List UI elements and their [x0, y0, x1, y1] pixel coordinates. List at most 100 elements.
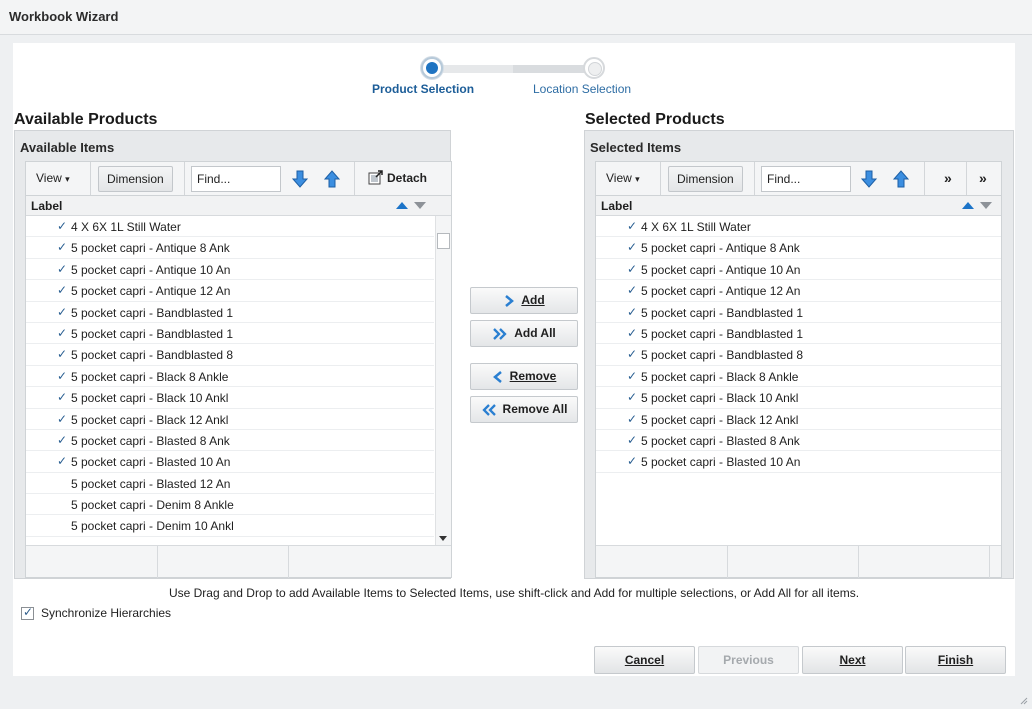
checkbox-icon[interactable] [21, 605, 34, 620]
check-icon: ✓ [57, 219, 68, 233]
table-row[interactable]: ✓ 5 pocket capri - Antique 12 An [596, 280, 1001, 302]
table-row[interactable]: ✓ 5 pocket capri - Black 8 Ankle [26, 366, 434, 388]
row-label: 5 pocket capri - Bandblasted 1 [641, 326, 804, 341]
table-row[interactable]: ✓ 5 pocket capri - Black 8 Ankle [596, 366, 1001, 388]
row-label: 5 pocket capri - Blasted 12 An [71, 476, 231, 491]
column-header-label[interactable]: Label [31, 199, 62, 213]
move-up-icon[interactable] [892, 169, 910, 189]
move-down-icon[interactable] [860, 169, 878, 189]
table-row[interactable]: 5 pocket capri - Denim 8 Ankle [26, 494, 434, 516]
table-row[interactable]: ✓ 5 pocket capri - Antique 8 Ank [596, 237, 1001, 259]
available-items-table: Label ✓ 4 X 6X 1L Still Water ✓ 5 pocket ca… [25, 195, 452, 578]
selected-items-table: Label ✓ 4 X 6X 1L Still Water ✓ 5 pocket ca… [595, 195, 1002, 578]
check-icon: ✓ [627, 390, 638, 405]
next-label: Next [839, 653, 866, 667]
remove-button[interactable]: Remove [470, 363, 578, 390]
vertical-scrollbar[interactable] [435, 216, 451, 545]
scrollbar-thumb[interactable] [437, 233, 450, 249]
chevron-right-icon [505, 294, 515, 307]
sort-descending-icon[interactable] [980, 202, 992, 209]
table-row[interactable]: ✓ 5 pocket capri - Bandblasted 1 [26, 302, 434, 323]
selected-items-title: Selected Items [590, 140, 682, 155]
previous-button[interactable]: Previous [698, 646, 799, 674]
move-up-icon[interactable] [323, 169, 341, 189]
table-row[interactable]: 5 pocket capri - Blasted 12 An [26, 473, 434, 495]
instruction-text: Use Drag and Drop to add Available Items… [168, 586, 860, 600]
view-menu[interactable]: View ▾ [28, 166, 78, 192]
table-row[interactable]: ✓ 5 pocket capri - Blasted 10 An [26, 451, 434, 473]
find-input[interactable]: Find... [761, 166, 851, 192]
title-bar: Workbook Wizard [0, 0, 1032, 35]
resize-grip-icon[interactable] [1018, 695, 1028, 705]
column-header-label[interactable]: Label [601, 199, 632, 213]
check-icon: ✓ [57, 283, 68, 298]
available-products-title: Available Products [14, 111, 158, 128]
check-icon: ✓ [627, 454, 638, 469]
next-button[interactable]: Next [802, 646, 903, 674]
row-label: 5 pocket capri - Antique 10 An [71, 262, 231, 277]
move-down-icon[interactable] [291, 169, 309, 189]
table-row[interactable]: ✓ 5 pocket capri - Blasted 8 Ank [596, 430, 1001, 452]
dimension-button[interactable]: Dimension [668, 166, 743, 192]
previous-label: Previous [723, 653, 774, 667]
sort-ascending-icon[interactable] [396, 202, 408, 209]
train-label-product-selection[interactable]: Product Selection [372, 82, 474, 96]
row-label: 5 pocket capri - Black 10 Ankl [71, 391, 229, 406]
row-label: 5 pocket capri - Black 12 Ankl [71, 412, 229, 427]
table-row[interactable]: ✓ 5 pocket capri - Blasted 8 Ank [26, 430, 434, 452]
toolbar-separator [966, 162, 967, 196]
check-icon: ✓ [627, 432, 638, 447]
table-row[interactable]: ✓ 5 pocket capri - Black 10 Ankl [26, 387, 434, 409]
sort-ascending-icon[interactable] [962, 202, 974, 209]
train-stop-product-selection[interactable] [421, 57, 443, 79]
table-row[interactable]: ✓ 5 pocket capri - Bandblasted 1 [596, 302, 1001, 323]
row-label: 5 pocket capri - Blasted 8 Ank [71, 433, 230, 448]
row-label: 5 pocket capri - Denim 8 Ankle [71, 498, 234, 513]
table-row[interactable]: ✓ 5 pocket capri - Antique 8 Ank [26, 237, 434, 259]
add-button[interactable]: Add [470, 287, 578, 314]
table-row[interactable]: ✓ 5 pocket capri - Bandblasted 1 [26, 323, 434, 345]
remove-all-button[interactable]: Remove All [470, 396, 578, 423]
table-row[interactable]: ✓ 5 pocket capri - Black 10 Ankl [596, 387, 1001, 409]
dimension-button[interactable]: Dimension [98, 166, 173, 192]
cancel-button[interactable]: Cancel [594, 646, 695, 674]
table-row[interactable]: ✓ 5 pocket capri - Bandblasted 8 [596, 344, 1001, 366]
table-row[interactable]: ✓ 5 pocket capri - Antique 12 An [26, 280, 434, 302]
row-label: 5 pocket capri - Antique 12 An [71, 284, 231, 299]
train-label-location-selection[interactable]: Location Selection [533, 82, 631, 96]
table-row[interactable]: ✓ 5 pocket capri - Antique 10 An [596, 259, 1001, 281]
table-row[interactable]: ✓ 5 pocket capri - Bandblasted 8 [26, 344, 434, 366]
table-row[interactable]: ✓ 5 pocket capri - Black 12 Ankl [596, 409, 1001, 430]
table-row[interactable]: ✓ 5 pocket capri - Antique 10 An [26, 259, 434, 281]
add-all-button[interactable]: Add All [470, 320, 578, 347]
table-row[interactable]: 5 pocket capri - Denim 10 Ankl [26, 515, 434, 537]
finish-label: Finish [937, 653, 974, 667]
row-label: 5 pocket capri - Antique 12 An [641, 284, 801, 299]
check-icon: ✓ [57, 432, 68, 447]
train-connector-done [443, 65, 513, 73]
table-row[interactable]: ✓ 5 pocket capri - Black 12 Ankl [26, 409, 434, 430]
row-label: 5 pocket capri - Blasted 10 An [71, 455, 231, 470]
check-icon: ✓ [57, 411, 68, 426]
available-items-panel: Available Items View ▾ Dimension Find...… [14, 130, 452, 579]
overflow-button[interactable]: » [936, 166, 960, 192]
row-label: 5 pocket capri - Black 8 Ankle [641, 369, 799, 384]
remove-all-label: Remove All [502, 402, 568, 416]
check-icon: ✓ [57, 325, 68, 340]
overflow-button[interactable]: » [971, 166, 995, 192]
detach-button[interactable]: Detach [360, 166, 435, 192]
table-row[interactable]: ✓ 5 pocket capri - Blasted 10 An [596, 451, 1001, 473]
table-row[interactable]: ✓ 4 X 6X 1L Still Water [596, 216, 1001, 238]
table-footer [596, 545, 1001, 578]
train-stop-location-selection[interactable] [583, 57, 605, 79]
view-menu[interactable]: View ▾ [598, 166, 648, 192]
scroll-down-arrow[interactable] [439, 536, 447, 541]
finish-button[interactable]: Finish [905, 646, 1006, 674]
check-icon: ✓ [57, 390, 68, 405]
cancel-label: Cancel [624, 653, 665, 667]
table-row[interactable]: ✓ 5 pocket capri - Bandblasted 1 [596, 323, 1001, 345]
sort-descending-icon[interactable] [414, 202, 426, 209]
row-label: 5 pocket capri - Blasted 10 An [641, 455, 801, 470]
table-row[interactable]: ✓ 4 X 6X 1L Still Water [26, 216, 434, 238]
find-input[interactable]: Find... [191, 166, 281, 192]
